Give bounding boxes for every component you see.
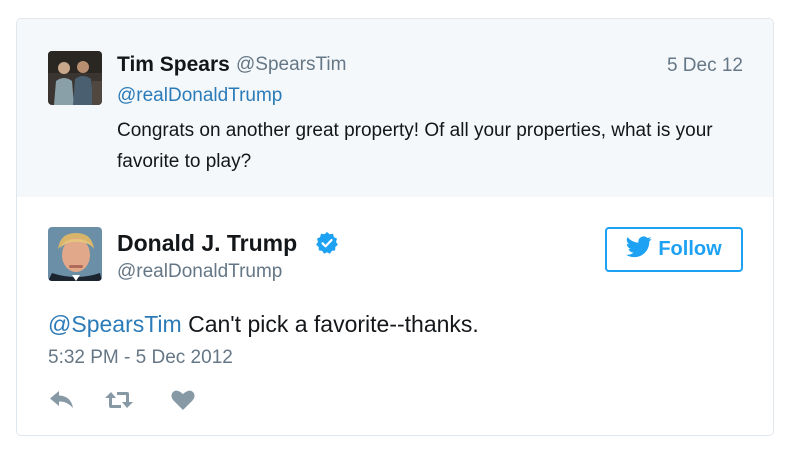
reply-author-handle[interactable]: @SpearsTim: [236, 54, 346, 76]
tweet-text: @SpearsTim Can't pick a favorite--thanks…: [48, 311, 479, 338]
author-avatar[interactable]: [48, 227, 102, 281]
reply-avatar[interactable]: [48, 51, 102, 105]
reply-text: Congrats on another great property! Of a…: [117, 120, 713, 172]
twitter-bird-icon: [626, 235, 652, 264]
reply-author-name[interactable]: Tim Spears: [117, 53, 230, 77]
author-handle[interactable]: @realDonaldTrump: [117, 261, 282, 283]
embedded-tweet-card: Tim Spears @SpearsTim 5 Dec 12 @realDona…: [16, 18, 774, 436]
author-name[interactable]: Donald J. Trump: [117, 230, 297, 257]
reply-mention-link[interactable]: @realDonaldTrump: [117, 85, 282, 107]
tweet-body: Can't pick a favorite--thanks.: [181, 311, 479, 337]
heart-icon[interactable]: [170, 387, 196, 413]
follow-label: Follow: [658, 238, 722, 260]
tweet-timestamp[interactable]: 5:32 PM - 5 Dec 2012: [48, 347, 233, 369]
retweet-icon[interactable]: [104, 387, 134, 413]
follow-button[interactable]: Follow: [605, 227, 743, 272]
verified-badge-icon: [315, 231, 339, 255]
reply-icon[interactable]: [48, 387, 76, 413]
in-reply-to-section: Tim Spears @SpearsTim 5 Dec 12 @realDona…: [17, 19, 773, 197]
tweet-mention-link[interactable]: @SpearsTim: [48, 311, 182, 337]
reply-date[interactable]: 5 Dec 12: [667, 55, 743, 77]
